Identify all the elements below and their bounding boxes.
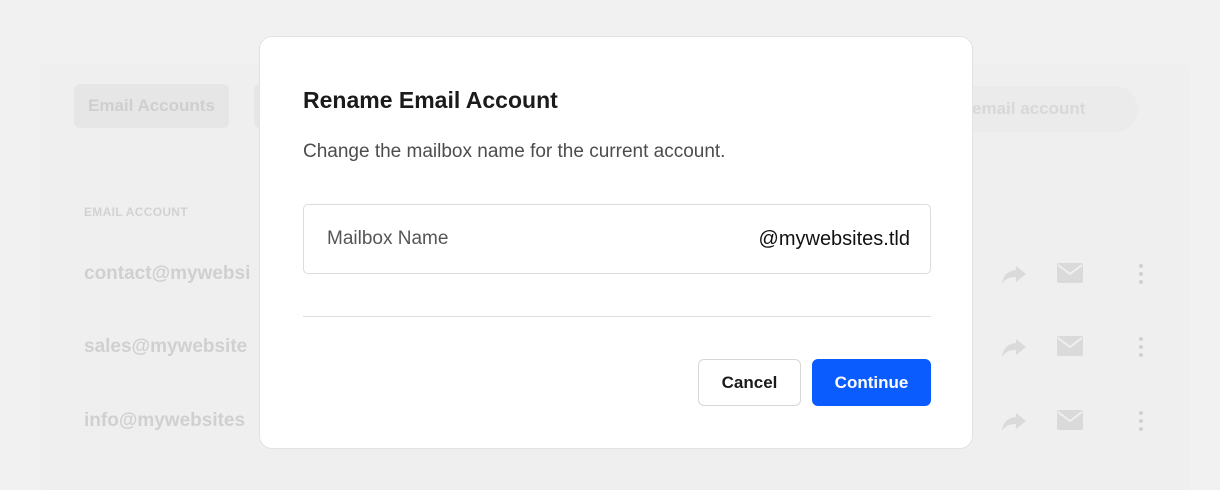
domain-suffix: @mywebsites.tld [758, 227, 910, 250]
mailbox-name-field[interactable]: @mywebsites.tld [303, 204, 931, 274]
more-vertical-icon [1139, 264, 1143, 284]
mail-icon [1057, 263, 1083, 283]
row-actions [1000, 332, 1160, 362]
mailbox-name-input[interactable] [327, 228, 707, 250]
mail-icon [1057, 336, 1083, 356]
more-vertical-icon [1139, 337, 1143, 357]
forward-icon [1002, 339, 1026, 357]
forward-icon [1002, 266, 1026, 284]
row-actions [1000, 406, 1160, 436]
table-row-email: contact@mywebsi [84, 263, 251, 284]
page: Email Accounts email account EMAIL ACCOU… [0, 0, 1220, 490]
table-row-email: sales@mywebsite [84, 336, 248, 357]
divider [303, 316, 931, 317]
dialog-title: Rename Email Account [303, 87, 558, 113]
mail-icon [1057, 410, 1083, 430]
table-row-email: info@mywebsites [84, 410, 246, 431]
cancel-button[interactable]: Cancel [698, 359, 801, 406]
continue-button[interactable]: Continue [812, 359, 931, 406]
row-actions [1000, 259, 1160, 289]
column-header-email-account: EMAIL ACCOUNT [84, 205, 188, 219]
dialog-description: Change the mailbox name for the current … [303, 141, 726, 162]
tab-email-accounts: Email Accounts [74, 84, 229, 128]
rename-email-dialog: Rename Email Account Change the mailbox … [259, 36, 973, 449]
forward-icon [1002, 413, 1026, 431]
more-vertical-icon [1139, 411, 1143, 431]
